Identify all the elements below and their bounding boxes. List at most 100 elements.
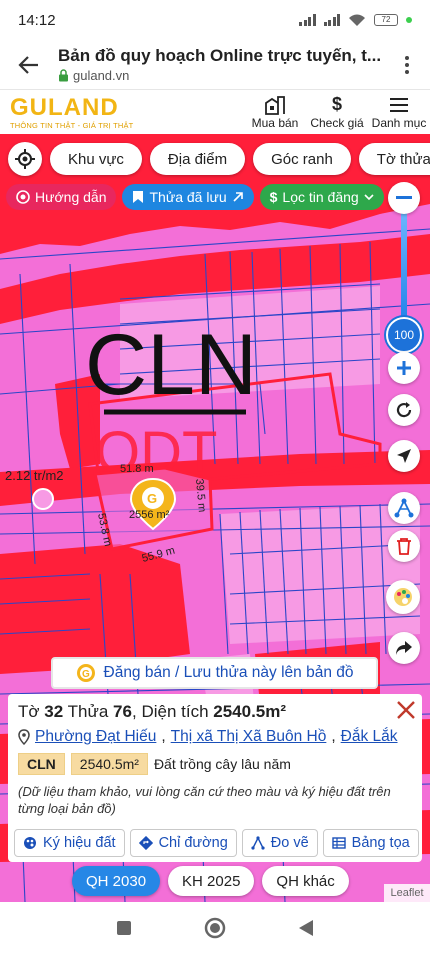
url-domain: guland.vn: [58, 68, 384, 83]
filter-to-thua[interactable]: Tờ thửa: [358, 143, 430, 175]
table-icon: [331, 837, 346, 849]
battery-icon: 72: [374, 14, 398, 26]
nav-label: Check giá: [310, 115, 364, 130]
tab-qh-2030[interactable]: QH 2030: [72, 866, 161, 896]
url-field[interactable]: Bản đồ quy hoạch Online trực tuyến, t...…: [58, 46, 384, 83]
layer-style-button[interactable]: [386, 580, 420, 614]
dollar-icon: $: [269, 189, 278, 205]
sheet-label: Tờ: [18, 702, 40, 721]
refresh-icon: [396, 402, 412, 418]
share-button[interactable]: [388, 632, 420, 664]
site-nav: Mua bán $ Check giá Danh mục: [244, 94, 430, 130]
plus-icon: [397, 361, 411, 375]
coordinate-table-button[interactable]: Bảng tọa: [322, 829, 419, 857]
filter-bar: Khu vực Địa điểm Góc ranh Tờ thửa: [8, 142, 430, 176]
signal-icon-2: [323, 14, 340, 26]
action-label: Bảng tọa: [351, 835, 410, 851]
close-button[interactable]: [394, 698, 418, 722]
my-location-button[interactable]: [8, 142, 42, 176]
land-symbol-button[interactable]: Ký hiệu đất: [14, 829, 125, 857]
directions-icon: [138, 836, 153, 850]
tab-qh-khac[interactable]: QH khác: [262, 866, 349, 896]
plan-tabs: QH 2030 KH 2025 QH khác: [72, 866, 349, 896]
town-link[interactable]: Thị xã Thị Xã Buôn Hồ: [171, 728, 327, 746]
sheet-number: 32: [44, 702, 64, 721]
guland-logo[interactable]: GULAND THÔNG TIN THẬT - GIÁ TRỊ THẬT: [10, 93, 150, 130]
title-comma: ,: [131, 702, 137, 721]
logo-tagline: THÔNG TIN THẬT - GIÁ TRỊ THẬT: [10, 120, 134, 130]
building-icon: [264, 95, 286, 115]
zoom-out-button[interactable]: [388, 182, 420, 214]
site-header: GULAND THÔNG TIN THẬT - GIÁ TRỊ THẬT Mua…: [0, 90, 430, 134]
privacy-dot-icon: [406, 17, 412, 23]
zoom-level-handle[interactable]: 100: [386, 317, 422, 353]
addr-sep: ,: [161, 728, 166, 745]
svg-text:G: G: [82, 669, 90, 680]
nav-danh-muc[interactable]: Danh mục: [368, 95, 430, 130]
measure-draw-button[interactable]: Đo vẽ: [241, 829, 318, 857]
parcel-title: Tờ 32 Thửa 76, Diện tích 2540.5m²: [18, 702, 412, 722]
post-label: Đăng bán / Lưu thửa này lên bản đồ: [103, 664, 354, 681]
ward-link[interactable]: Phường Đạt Hiếu: [35, 728, 156, 746]
home-button[interactable]: [204, 917, 226, 939]
share-icon: [396, 641, 412, 655]
land-area-badge: 2540.5m²: [70, 753, 148, 775]
parcel-number: 76: [113, 702, 132, 721]
zoom-in-button[interactable]: [388, 352, 420, 384]
back-nav-button[interactable]: [298, 919, 314, 937]
price-point-icon[interactable]: [32, 488, 54, 510]
parcel-label: Thửa: [67, 702, 109, 721]
price-label: 2.12 tr/m2: [5, 468, 64, 483]
page-title: Bản đồ quy hoạch Online trực tuyến, t...: [58, 46, 382, 65]
recents-button[interactable]: [116, 920, 132, 936]
zone-label-cln: CLN: [85, 317, 257, 413]
measure-tool-icon: [251, 836, 265, 850]
signal-icon: [299, 14, 316, 26]
post-parcel-button[interactable]: G Đăng bán / Lưu thửa này lên bản đồ: [51, 657, 378, 689]
browser-menu-button[interactable]: [384, 40, 430, 90]
palette-icon: [394, 588, 412, 606]
menu-icon: [389, 95, 409, 115]
filter-khu-vuc[interactable]: Khu vực: [50, 143, 142, 175]
domain-text: guland.vn: [73, 68, 130, 83]
parcel-address: Phường Đạt Hiếu, Thị xã Thị Xã Buôn Hồ, …: [18, 728, 412, 746]
navigate-button[interactable]: [388, 440, 420, 472]
listing-filter-button[interactable]: $ Lọc tin đăng: [259, 184, 384, 210]
lock-icon: [59, 69, 68, 82]
filter-goc-ranh[interactable]: Góc ranh: [253, 143, 351, 175]
android-nav-bar: [0, 902, 430, 954]
measure-button[interactable]: [388, 492, 420, 524]
area-value: 2540.5m²: [213, 702, 287, 721]
crosshair-icon: [15, 149, 35, 169]
zoom-track-line: [401, 206, 407, 331]
more-vert-icon: [405, 55, 409, 74]
province-link[interactable]: Đắk Lắk: [341, 728, 398, 746]
parcel-area-label: 2556 m²: [129, 509, 170, 521]
saved-parcels-button[interactable]: Thửa đã lưu: [122, 184, 254, 210]
tab-kh-2025[interactable]: KH 2025: [168, 866, 255, 896]
directions-button[interactable]: Chỉ đường: [129, 829, 237, 857]
dollar-icon: $: [331, 94, 342, 114]
wifi-icon: [349, 14, 365, 26]
area-label: Diện tích: [141, 702, 209, 721]
action-label: Đo vẽ: [270, 835, 309, 851]
nav-label: Mua bán: [251, 115, 299, 130]
nav-check-gia[interactable]: $ Check giá: [306, 94, 368, 130]
action-label: Ký hiệu đất: [43, 835, 116, 851]
guland-pin-icon: G: [76, 664, 95, 682]
bookmark-icon: [133, 191, 144, 203]
status-bar: 14:12 72: [0, 0, 430, 40]
delete-button[interactable]: [388, 530, 420, 562]
land-use-row: CLN 2540.5m² Đất trồng cây lâu năm: [18, 753, 412, 775]
nav-mua-ban[interactable]: Mua bán: [244, 95, 306, 130]
leaflet-attribution[interactable]: Leaflet: [384, 884, 430, 902]
guide-button[interactable]: Hướng dẫn: [6, 184, 117, 210]
filter-label: Lọc tin đăng: [282, 189, 359, 205]
trash-icon: [397, 538, 411, 555]
quick-actions: Hướng dẫn Thửa đã lưu $ Lọc tin đăng: [6, 184, 384, 210]
refresh-button[interactable]: [388, 394, 420, 426]
logo-text: GULAND: [10, 93, 119, 121]
filter-dia-diem[interactable]: Địa điểm: [149, 143, 246, 175]
back-button[interactable]: [0, 40, 58, 90]
arrow-left-icon: [18, 55, 38, 74]
